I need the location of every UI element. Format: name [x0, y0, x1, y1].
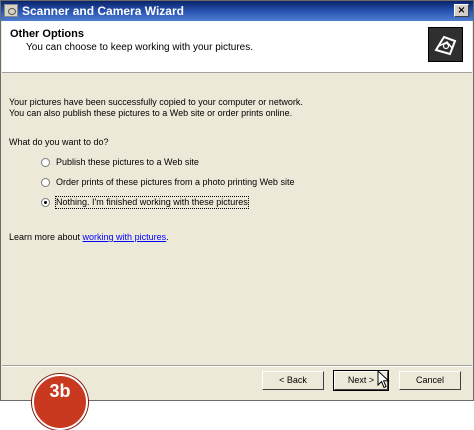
step-badge-label: 3b: [49, 381, 71, 401]
page-subtitle: You can choose to keep working with your…: [26, 42, 253, 53]
learn-more-text: Learn more about working with pictures.: [9, 232, 169, 243]
cancel-button[interactable]: Cancel: [399, 371, 461, 390]
radio-button[interactable]: [41, 158, 50, 167]
footer-divider: [2, 365, 472, 366]
mouse-pointer-icon: [377, 370, 390, 389]
camera-wizard-icon-graphic: [434, 35, 457, 56]
scanner-camera-icon: [4, 4, 18, 17]
learn-more-prefix: Learn more about: [9, 232, 83, 242]
option-label[interactable]: Nothing. I'm finished working with these…: [55, 196, 249, 209]
back-button[interactable]: < Back: [262, 371, 324, 390]
success-message-line-1: Your pictures have been successfully cop…: [9, 97, 303, 107]
working-with-pictures-link[interactable]: working with pictures: [83, 232, 167, 242]
radio-button[interactable]: [41, 178, 50, 187]
option-label[interactable]: Order prints of these pictures from a ph…: [56, 177, 294, 188]
step-badge: 3b: [32, 374, 88, 430]
option-label[interactable]: Publish these pictures to a Web site: [56, 157, 199, 168]
wizard-header: Other Options You can choose to keep wor…: [2, 21, 472, 73]
question-label: What do you want to do?: [9, 137, 109, 147]
window-title: Scanner and Camera Wizard: [22, 4, 184, 18]
camera-wizard-icon: [428, 27, 463, 62]
learn-more-suffix: .: [166, 232, 169, 242]
success-message-line-2: You can also publish these pictures to a…: [9, 108, 293, 118]
wizard-window: Scanner and Camera Wizard × Other Option…: [0, 0, 474, 401]
close-button[interactable]: ×: [454, 4, 469, 17]
radio-button-selected[interactable]: [41, 198, 50, 207]
page-title: Other Options: [10, 28, 84, 40]
title-bar[interactable]: Scanner and Camera Wizard ×: [1, 1, 473, 21]
